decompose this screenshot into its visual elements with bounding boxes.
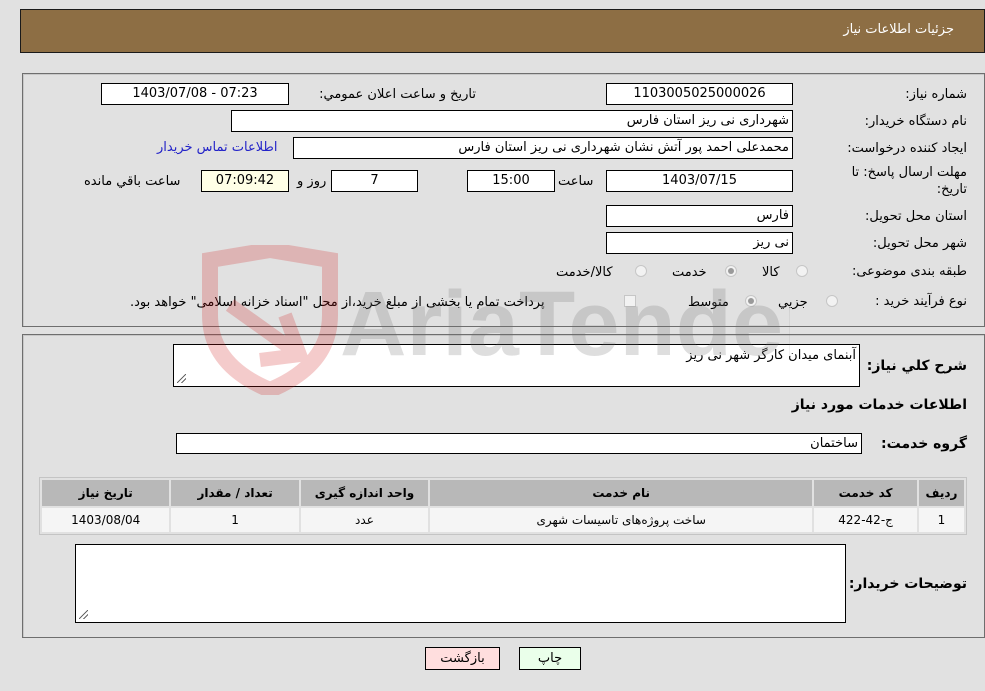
delivery-province-label: استان محل تحویل:: [865, 209, 967, 224]
page-header: جزئیات اطلاعات نیاز: [20, 9, 985, 53]
buyer-org-field: شهرداری نی ریز استان فارس: [231, 110, 793, 132]
delivery-city-field: نی ریز: [606, 232, 793, 254]
remaining-time-label: ساعت باقي مانده: [84, 174, 181, 189]
delivery-province-field: فارس: [606, 205, 793, 227]
col-service-name: نام خدمت: [430, 480, 813, 506]
treasury-note: پرداخت تمام یا بخشی از مبلغ خرید،از محل …: [130, 295, 545, 310]
services-table-header: ردیف کد خدمت نام خدمت واحد اندازه گیری ت…: [42, 480, 964, 506]
service-group-field: ساختمان: [176, 433, 862, 454]
deadline-time-field: 15:00: [467, 170, 555, 192]
category-label: طبقه بندی موضوعی:: [851, 264, 967, 279]
services-table: ردیف کد خدمت نام خدمت واحد اندازه گیری ت…: [39, 477, 967, 535]
buyer-contact-link[interactable]: اطلاعات تماس خریدار: [157, 140, 277, 155]
col-row-number: ردیف: [918, 480, 964, 506]
description-textarea[interactable]: آبنمای میدان کارگر شهر نی ریز: [173, 344, 860, 387]
deadline-label-line2: تاریخ:: [936, 182, 967, 197]
buyer-org-label: نام دستگاه خریدار:: [864, 114, 967, 129]
cell-row-number: 1: [918, 508, 964, 532]
treasury-checkbox[interactable]: [624, 295, 636, 307]
deadline-label-line1: مهلت ارسال پاسخ: تا: [851, 165, 967, 180]
announce-datetime-label: تاریخ و ساعت اعلان عمومي:: [319, 87, 476, 102]
need-number-label: شماره نیاز:: [905, 87, 967, 102]
requester-field: محمدعلی احمد پور آتش نشان شهرداری نی ریز…: [293, 137, 793, 159]
buyer-notes-textarea[interactable]: [75, 544, 846, 623]
description-value: آبنمای میدان کارگر شهر نی ریز: [686, 348, 856, 363]
announce-datetime-field: 1403/07/08 - 07:23: [101, 83, 289, 105]
deadline-time-label: ساعت: [558, 174, 594, 189]
category-radio-goods[interactable]: [796, 265, 808, 277]
col-service-code: کد خدمت: [814, 480, 917, 506]
print-button[interactable]: چاپ: [519, 647, 581, 670]
resize-grip-icon[interactable]: [79, 610, 88, 619]
requester-label: ایجاد کننده درخواست:: [847, 141, 967, 156]
page-title: جزئیات اطلاعات نیاز: [843, 22, 954, 37]
deadline-date-field: 1403/07/15: [606, 170, 793, 192]
purchase-option-minor: جزیي: [778, 295, 808, 310]
table-row: 1 ج-42-422 ساخت پروژه‌های تاسیسات شهری ع…: [42, 508, 964, 532]
cell-need-date: 1403/08/04: [42, 508, 170, 532]
cell-service-code: ج-42-422: [814, 508, 917, 532]
resize-grip-icon[interactable]: [177, 374, 186, 383]
cell-unit: عدد: [300, 508, 429, 532]
category-option-goods: کالا: [762, 265, 780, 280]
cell-service-name: ساخت پروژه‌های تاسیسات شهری: [430, 508, 813, 532]
remaining-days-field: 7: [331, 170, 418, 192]
back-button[interactable]: بازگشت: [425, 647, 500, 670]
remaining-days-label: روز و: [297, 174, 327, 189]
purchase-option-medium: متوسط: [688, 295, 729, 310]
category-radio-service[interactable]: [725, 265, 737, 277]
col-need-date: تاریخ نیاز: [42, 480, 170, 506]
purchase-radio-minor[interactable]: [826, 295, 838, 307]
services-heading: اطلاعات خدمات مورد نیاز: [791, 397, 967, 413]
delivery-city-label: شهر محل تحویل:: [872, 236, 967, 251]
col-unit: واحد اندازه گیری: [300, 480, 429, 506]
need-number-field: 1103005025000026: [606, 83, 793, 105]
description-label: شرح کلي نیاز:: [866, 358, 967, 374]
service-group-label: گروه خدمت:: [881, 436, 967, 452]
remaining-time-field: 07:09:42: [201, 170, 289, 192]
col-quantity: تعداد / مقدار: [171, 480, 299, 506]
buyer-notes-label: توضیحات خریدار:: [848, 576, 967, 592]
category-option-goods-service: کالا/خدمت: [556, 265, 613, 280]
category-radio-goods-service[interactable]: [635, 265, 647, 277]
purchase-type-label: نوع فرآیند خرید :: [875, 294, 967, 309]
cell-quantity: 1: [171, 508, 299, 532]
category-option-service: خدمت: [672, 265, 707, 280]
purchase-radio-medium[interactable]: [745, 295, 757, 307]
